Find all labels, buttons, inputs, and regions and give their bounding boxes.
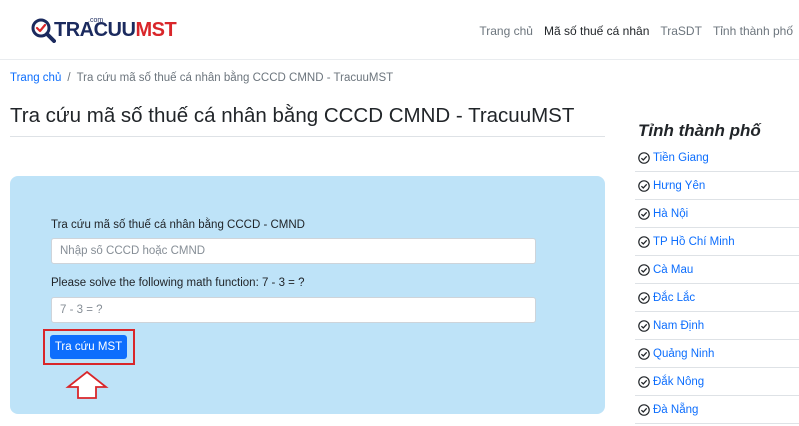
province-link[interactable]: Tiền Giang <box>653 152 709 164</box>
check-circle-icon <box>638 375 650 388</box>
id-number-label: Tra cứu mã số thuế cá nhân bằng CCCD - C… <box>51 219 305 231</box>
main-nav: Trang chủ Mã số thuế cá nhân TraSDT Tỉnh… <box>479 24 793 38</box>
breadcrumb-current: Tra cứu mã số thuế cá nhân bằng CCCD CMN… <box>76 72 394 84</box>
list-item[interactable]: Cà Mau <box>635 256 799 284</box>
check-circle-icon <box>638 347 650 360</box>
list-item[interactable]: Hà Nội <box>635 200 799 228</box>
province-link[interactable]: Cà Mau <box>653 264 693 276</box>
logo-domain: .com <box>88 17 104 24</box>
province-link[interactable]: Đắc Lắc <box>653 292 695 304</box>
check-circle-icon <box>638 179 650 192</box>
list-item[interactable]: Đà Nẵng <box>635 396 799 424</box>
province-list: Tiền Giang Hưng Yên Hà Nội TP Hồ Chí Min… <box>635 144 799 424</box>
list-item[interactable]: Đắk Nông <box>635 368 799 396</box>
up-arrow-icon <box>65 370 109 399</box>
check-circle-icon <box>638 319 650 332</box>
breadcrumb: Trang chủ / Tra cứu mã số thuế cá nhân bằn… <box>10 72 393 84</box>
check-circle-icon <box>638 403 650 416</box>
lookup-submit-button[interactable]: Tra cứu MST <box>50 335 127 359</box>
province-link[interactable]: TP Hồ Chí Minh <box>653 236 735 248</box>
submit-highlight-box: Tra cứu MST <box>43 329 135 365</box>
province-link[interactable]: Nam Định <box>653 320 704 332</box>
id-number-input[interactable] <box>51 238 536 264</box>
title-divider <box>10 136 605 137</box>
check-circle-icon <box>638 235 650 248</box>
nav-home[interactable]: Trang chủ <box>479 24 533 38</box>
lookup-form-panel: Tra cứu mã số thuế cá nhân bằng CCCD - C… <box>10 176 605 414</box>
province-link[interactable]: Đà Nẵng <box>653 404 698 416</box>
captcha-label: Please solve the following math function… <box>51 277 305 289</box>
province-link[interactable]: Đắk Nông <box>653 376 704 388</box>
list-item[interactable]: Đắc Lắc <box>635 284 799 312</box>
list-item[interactable]: TP Hồ Chí Minh <box>635 228 799 256</box>
list-item[interactable]: Quảng Ninh <box>635 340 799 368</box>
province-link[interactable]: Hà Nội <box>653 208 688 220</box>
page-title: Tra cứu mã số thuế cá nhân bằng CCCD CMN… <box>10 104 575 127</box>
sidebar-title: Tỉnh thành phố <box>638 121 761 140</box>
magnifier-check-icon <box>31 18 56 43</box>
list-item[interactable]: Tiền Giang <box>635 144 799 172</box>
list-item[interactable]: Nam Định <box>635 312 799 340</box>
check-circle-icon <box>638 291 650 304</box>
nav-personal-tax-id[interactable]: Mã số thuế cá nhân <box>544 24 649 38</box>
nav-trasdt[interactable]: TraSDT <box>660 24 702 38</box>
province-link[interactable]: Hưng Yên <box>653 180 705 192</box>
list-item[interactable]: Hưng Yên <box>635 172 799 200</box>
nav-provinces[interactable]: Tỉnh thành phố <box>713 24 793 38</box>
top-navbar: TRACUUMST .com Trang chủ Mã số thuế cá n… <box>0 0 799 60</box>
breadcrumb-separator: / <box>67 72 71 84</box>
breadcrumb-home[interactable]: Trang chủ <box>10 72 61 84</box>
logo-wordmark: TRACUUMST <box>54 19 177 41</box>
province-link[interactable]: Quảng Ninh <box>653 348 714 360</box>
check-circle-icon <box>638 151 650 164</box>
check-circle-icon <box>638 207 650 220</box>
check-circle-icon <box>638 263 650 276</box>
captcha-input[interactable] <box>51 297 536 323</box>
